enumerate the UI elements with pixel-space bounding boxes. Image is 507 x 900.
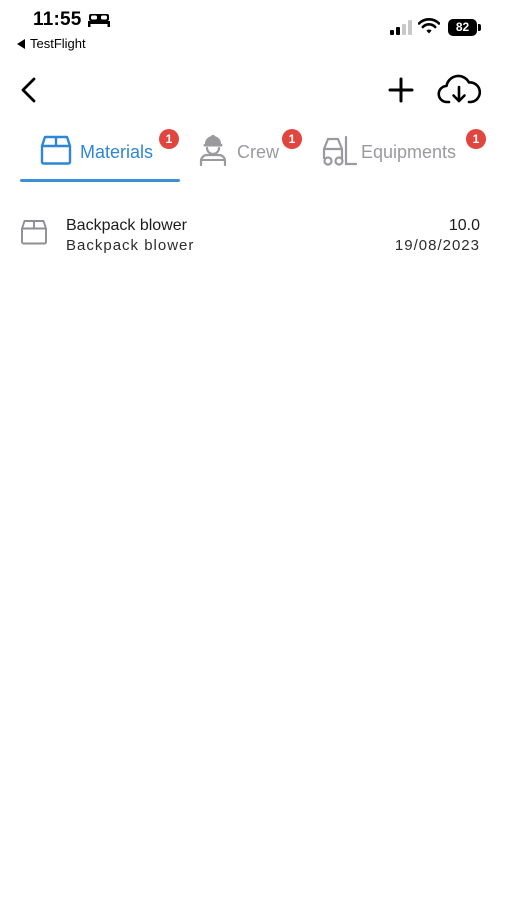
battery-icon: 82 — [448, 19, 482, 36]
tab-crew-badge: 1 — [282, 129, 302, 149]
box-icon — [40, 135, 72, 165]
item-subtitle: Backpack blower — [66, 237, 195, 254]
back-to-app-label: TestFlight — [30, 36, 86, 51]
wifi-icon — [418, 18, 440, 34]
tab-materials[interactable]: Materials 1 — [20, 126, 180, 182]
back-button[interactable] — [14, 74, 44, 106]
nav-bar — [0, 66, 507, 116]
cellular-signal-icon — [390, 20, 412, 35]
tab-crew-label: Crew — [237, 142, 280, 162]
tab-equipments[interactable]: Equipments 1 — [318, 126, 490, 182]
box-icon — [21, 220, 47, 245]
bed-icon — [88, 14, 110, 27]
tab-materials-badge: 1 — [159, 129, 179, 149]
item-date: 19/08/2023 — [394, 237, 480, 254]
status-time: 11:55 — [33, 9, 82, 30]
item-title: Backpack blower — [66, 217, 187, 234]
worker-icon — [199, 135, 227, 167]
forklift-icon — [322, 135, 358, 166]
add-button[interactable] — [385, 74, 417, 106]
tab-materials-label: Materials — [80, 142, 154, 162]
back-triangle-icon — [17, 38, 25, 49]
tab-crew[interactable]: Crew 1 — [192, 126, 304, 182]
materials-list: Backpack blower Backpack blower 10.0 19/… — [0, 208, 507, 260]
list-item[interactable]: Backpack blower Backpack blower 10.0 19/… — [0, 208, 507, 260]
item-quantity: 10.0 — [448, 217, 480, 234]
tab-bar: Materials 1 Crew 1 Equipments 1 — [0, 126, 507, 184]
back-to-testflight-button[interactable]: TestFlight — [16, 36, 86, 51]
active-tab-indicator — [20, 179, 180, 182]
tab-equipments-badge: 1 — [466, 129, 486, 149]
cloud-download-button[interactable] — [437, 71, 481, 109]
tab-equipments-label: Equipments — [361, 142, 457, 162]
status-bar: 11:55 TestFlight 82 — [0, 0, 507, 58]
battery-level: 82 — [455, 20, 470, 34]
